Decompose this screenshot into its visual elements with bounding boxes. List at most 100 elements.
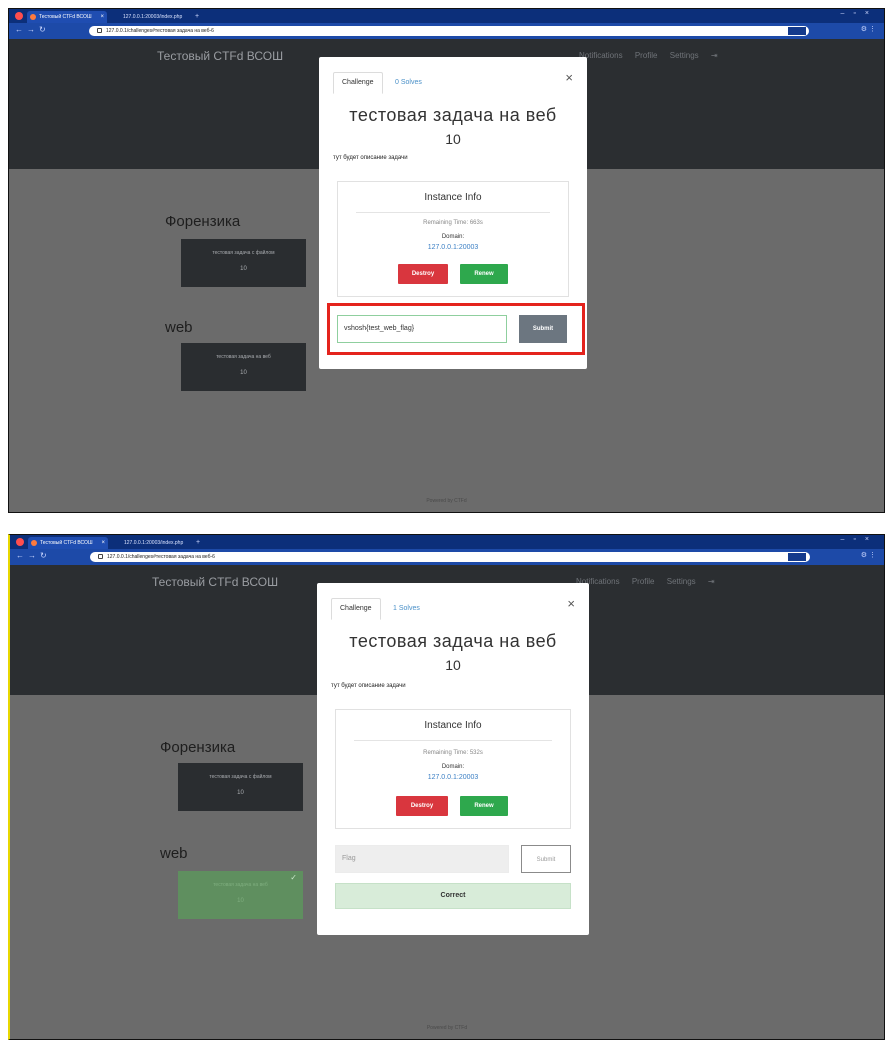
- close-icon[interactable]: ×: [567, 597, 575, 610]
- close-tab-icon[interactable]: ×: [100, 11, 104, 23]
- browser-tabbar: Тестовый CTFd ВСОШ × 127.0.0.1:20003/ind…: [10, 535, 884, 549]
- address-bar: ←→↻ 127.0.0.1/challenges#тестовая задача…: [9, 23, 884, 39]
- challenge-description: тут будет описание задачи: [333, 155, 408, 161]
- challenge-card-value: 10: [237, 790, 244, 796]
- category-web-heading: web: [160, 845, 188, 862]
- challenge-card-value: 10: [237, 898, 244, 904]
- modal-tabs: Challenge 1 Solves: [331, 597, 428, 620]
- remaining-time: Remaining Time: 663s: [423, 220, 483, 226]
- url-text: 127.0.0.1/challenges#тестовая задача на …: [106, 28, 214, 34]
- lock-icon: [98, 554, 103, 560]
- challenge-card[interactable]: тестовая задача с файлом 10: [178, 763, 303, 811]
- check-icon: ✓: [290, 873, 297, 882]
- nav-profile[interactable]: Profile: [632, 577, 655, 586]
- url-field[interactable]: 127.0.0.1/challenges#тестовая задача на …: [90, 552, 810, 562]
- site-footer: Powered by CTFd: [426, 1025, 468, 1031]
- close-tab-icon[interactable]: ×: [101, 537, 105, 549]
- challenge-card-name: тестовая задача на веб: [216, 354, 271, 360]
- domain-label: Domain:: [441, 234, 465, 240]
- extensions-icon[interactable]: ⚙ ⋮: [861, 25, 876, 33]
- challenge-card-name: тестовая задача с файлом: [209, 774, 272, 780]
- challenge-card[interactable]: тестовая задача с файлом 10: [181, 239, 306, 287]
- address-bar: ←→↻ 127.0.0.1/challenges#тестовая задача…: [10, 549, 884, 565]
- challenge-card-name: тестовая задача на веб: [213, 882, 268, 888]
- remaining-time: Remaining Time: 532s: [423, 750, 483, 756]
- new-tab-icon[interactable]: +: [196, 537, 200, 549]
- challenge-card-solved[interactable]: ✓ тестовая задача на веб 10: [178, 871, 303, 919]
- screenshot-before-submit: Тестовый CTFd ВСОШ × 127.0.0.1:20003/ind…: [8, 8, 885, 513]
- domain-label: Domain:: [441, 764, 465, 770]
- challenge-value: 10: [445, 131, 461, 147]
- extension-badge-icon[interactable]: [788, 27, 806, 35]
- favicon-icon: [30, 14, 36, 20]
- challenge-title: тестовая задача на веб: [349, 105, 557, 125]
- nav-buttons-icon[interactable]: ←→↻: [16, 551, 51, 560]
- url-field[interactable]: 127.0.0.1/challenges#тестовая задача на …: [89, 26, 809, 36]
- favicon-icon: [31, 540, 37, 546]
- challenge-card-name: тестовая задача с файлом: [212, 250, 275, 256]
- domain-link[interactable]: 127.0.0.1:20003: [336, 774, 570, 781]
- tab-challenge[interactable]: Challenge: [331, 598, 381, 620]
- lock-icon: [97, 28, 102, 34]
- tab-solves[interactable]: 1 Solves: [385, 599, 428, 619]
- tab-label: 127.0.0.1:20003/index.php: [123, 14, 183, 20]
- logout-icon[interactable]: ⇥: [711, 51, 718, 60]
- challenge-modal: × Challenge 0 Solves тестовая задача на …: [319, 57, 587, 369]
- challenge-modal: × Challenge 1 Solves тестовая задача на …: [317, 583, 589, 935]
- screenshot-after-submit: Тестовый CTFd ВСОШ × 127.0.0.1:20003/ind…: [8, 534, 885, 1040]
- divider: [356, 212, 550, 213]
- site-brand[interactable]: Тестовый CTFd ВСОШ: [157, 49, 283, 63]
- new-tab-icon[interactable]: +: [195, 11, 199, 23]
- extension-badge-icon[interactable]: [788, 553, 806, 561]
- instance-info-panel: Instance Info Remaining Time: 532s Domai…: [335, 709, 571, 829]
- challenge-description: тут будет описание задачи: [331, 683, 406, 689]
- browser-tabbar: Тестовый CTFd ВСОШ × 127.0.0.1:20003/ind…: [9, 9, 884, 23]
- tab-label: Тестовый CTFd ВСОШ: [39, 14, 92, 20]
- destroy-button[interactable]: Destroy: [398, 264, 448, 284]
- logout-icon[interactable]: ⇥: [708, 577, 715, 586]
- browser-tab-ctfd[interactable]: Тестовый CTFd ВСОШ ×: [28, 537, 108, 549]
- flag-input[interactable]: vshosh{test_web_flag}: [337, 315, 507, 343]
- window-controls-icon[interactable]: –▫×: [841, 10, 878, 17]
- browser-logo-icon: [15, 12, 23, 20]
- challenge-value: 10: [445, 657, 461, 673]
- nav-settings[interactable]: Settings: [670, 51, 699, 60]
- browser-tab-instance[interactable]: 127.0.0.1:20003/index.php: [112, 537, 192, 549]
- correct-alert: Correct: [335, 883, 571, 909]
- close-icon[interactable]: ×: [565, 71, 573, 84]
- tab-label: Тестовый CTFd ВСОШ: [40, 540, 93, 546]
- challenge-title: тестовая задача на веб: [349, 631, 557, 651]
- window-controls-icon[interactable]: –▫×: [841, 536, 878, 543]
- category-web-heading: web: [165, 319, 193, 336]
- instance-title: Instance Info: [424, 192, 482, 203]
- destroy-button[interactable]: Destroy: [396, 796, 448, 816]
- instance-info-panel: Instance Info Remaining Time: 663s Domai…: [337, 181, 569, 297]
- renew-button[interactable]: Renew: [460, 796, 508, 816]
- modal-tabs: Challenge 0 Solves: [333, 71, 430, 94]
- category-forensics-heading: Форензика: [160, 739, 236, 756]
- challenge-card-value: 10: [240, 266, 247, 272]
- flag-input[interactable]: Flag: [335, 845, 509, 873]
- browser-tab-ctfd[interactable]: Тестовый CTFd ВСОШ ×: [27, 11, 107, 23]
- site-brand[interactable]: Тестовый CTFd ВСОШ: [152, 575, 278, 589]
- nav-profile[interactable]: Profile: [635, 51, 658, 60]
- challenge-card[interactable]: тестовая задача на веб 10: [181, 343, 306, 391]
- renew-button[interactable]: Renew: [460, 264, 508, 284]
- site-footer: Powered by CTFd: [426, 498, 467, 504]
- tab-label: 127.0.0.1:20003/index.php: [124, 540, 184, 546]
- tab-solves[interactable]: 0 Solves: [387, 73, 430, 93]
- extensions-icon[interactable]: ⚙ ⋮: [861, 551, 876, 559]
- submit-button[interactable]: Submit: [519, 315, 567, 343]
- tab-challenge[interactable]: Challenge: [333, 72, 383, 94]
- url-text: 127.0.0.1/challenges#тестовая задача на …: [107, 554, 215, 560]
- instance-title: Instance Info: [424, 720, 482, 731]
- challenge-card-value: 10: [240, 370, 247, 376]
- nav-settings[interactable]: Settings: [667, 577, 696, 586]
- browser-logo-icon: [16, 538, 24, 546]
- nav-buttons-icon[interactable]: ←→↻: [15, 25, 50, 34]
- nav-right-links: Notifications Profile Settings ⇥: [579, 51, 728, 60]
- submit-button[interactable]: Submit: [521, 845, 571, 873]
- nav-right-links: Notifications Profile Settings ⇥: [576, 577, 725, 586]
- domain-link[interactable]: 127.0.0.1:20003: [338, 244, 568, 251]
- browser-tab-instance[interactable]: 127.0.0.1:20003/index.php: [111, 11, 191, 23]
